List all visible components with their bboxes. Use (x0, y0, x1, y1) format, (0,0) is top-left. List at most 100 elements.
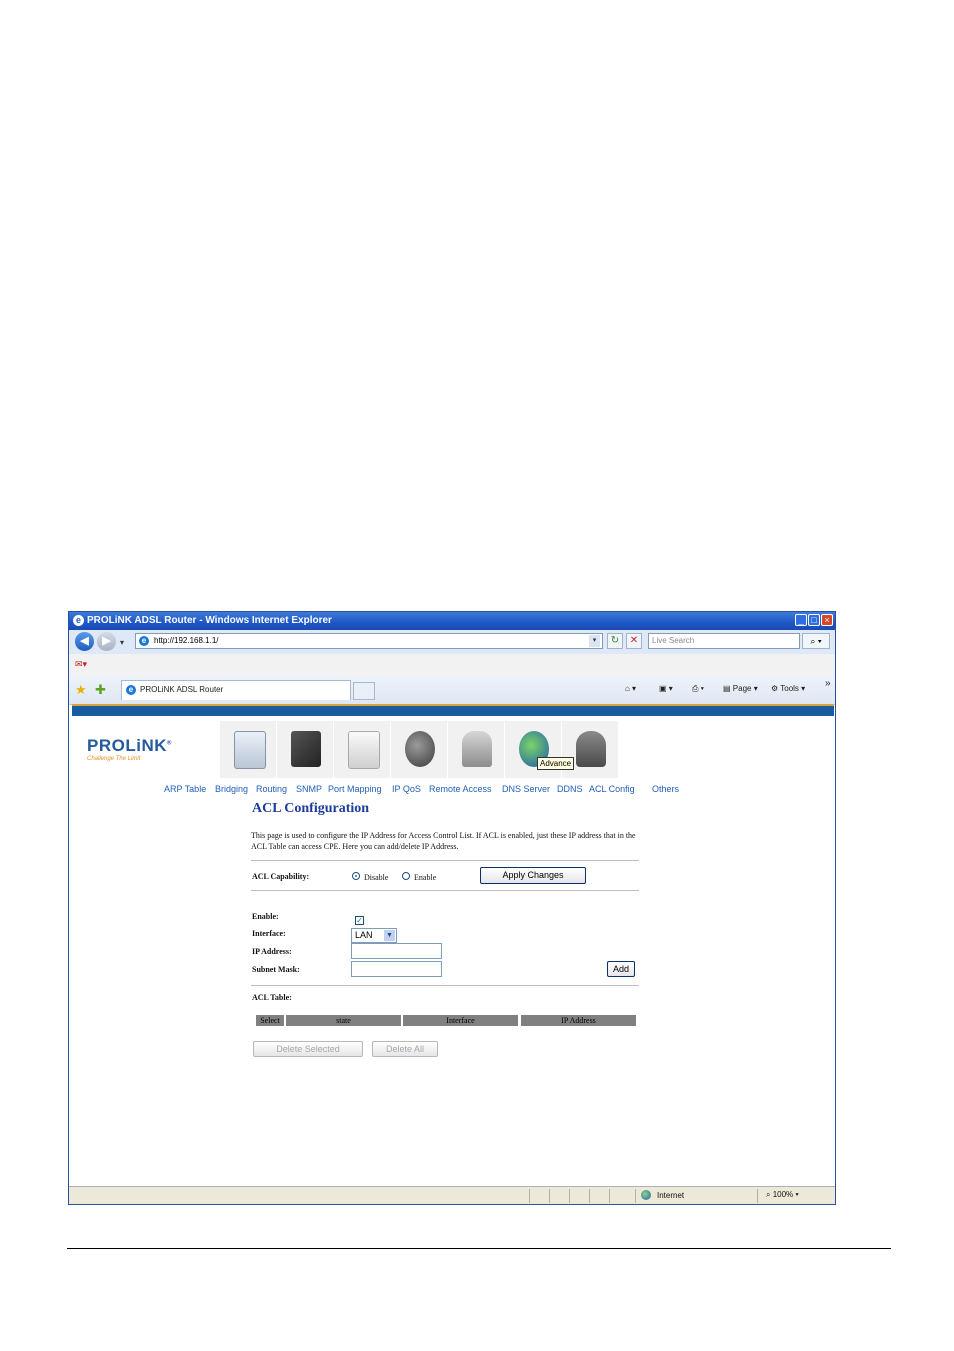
page-content: PROLiNK® Challenge The Limit Advance ARP… (72, 704, 834, 1186)
internet-zone-icon (641, 1190, 651, 1200)
menu-remote-access[interactable]: Remote Access (429, 784, 492, 794)
divider (251, 890, 639, 891)
maximize-button[interactable]: □ (808, 614, 820, 626)
disable-label: Disable (364, 873, 389, 882)
logo-slogan: Challenge The Limit (87, 756, 141, 762)
title-bar: e PROLiNK ADSL Router - Windows Internet… (69, 612, 835, 630)
network-nav-icon[interactable] (391, 721, 448, 778)
address-toolbar: ◀ ▶ ▾ e http://192.168.1.1/ ▾ ↻ ✕ Live S… (69, 630, 835, 655)
chevron-more-icon[interactable]: » (825, 678, 831, 689)
table-header-interface: Interface (403, 1015, 518, 1026)
ip-address-label: IP Address: (252, 947, 292, 956)
add-button[interactable]: Add (607, 961, 635, 977)
security-nav-icon[interactable] (448, 721, 505, 778)
enable-field-label: Enable: (252, 912, 279, 921)
table-header-select: Select (256, 1015, 284, 1026)
zone-label: Internet (657, 1191, 685, 1200)
prolink-logo: PROLiNK® (87, 736, 172, 755)
status-bar: Internet ⌕ 100% ▾ (69, 1186, 835, 1204)
acl-capability-label: ACL Capability: (252, 872, 310, 881)
status-divider (589, 1189, 590, 1203)
add-favorites-icon[interactable]: ✚ (95, 682, 106, 698)
menu-snmp[interactable]: SNMP (296, 784, 322, 794)
search-input[interactable]: Live Search (648, 633, 800, 649)
apply-changes-button[interactable]: Apply Changes (480, 867, 586, 884)
new-tab-button[interactable] (353, 682, 375, 700)
chevron-down-icon: ▼ (384, 930, 395, 941)
tab-router[interactable]: e PROLiNK ADSL Router (121, 680, 351, 700)
acl-table-label: ACL Table: (252, 993, 292, 1002)
status-divider (757, 1189, 758, 1203)
page-menu-icon: ▤ (723, 684, 733, 693)
print-icon[interactable]: ⎙ ▾ (692, 684, 704, 694)
status-divider (635, 1189, 636, 1203)
device-nav-icon[interactable] (334, 721, 391, 778)
menu-port-mapping[interactable]: Port Mapping (328, 784, 382, 794)
favorites-star-icon[interactable]: ★ (75, 682, 87, 698)
status-divider (609, 1189, 610, 1203)
rss-feed-icon[interactable]: ▣ ▾ (659, 684, 673, 693)
page-icon: e (139, 636, 149, 646)
minimize-button[interactable]: _ (795, 614, 807, 626)
status-icon (234, 731, 266, 769)
enable-checkbox[interactable]: ✓ (355, 916, 364, 925)
address-field[interactable]: e http://192.168.1.1/ ▾ (135, 633, 603, 649)
page-menu-button[interactable]: ▤ Page ▾ (723, 684, 758, 693)
interface-select[interactable]: LAN ▼ (351, 928, 397, 943)
document-footer-rule (67, 1248, 891, 1249)
close-button[interactable]: × (821, 614, 833, 626)
status-nav-icon[interactable] (220, 721, 277, 778)
search-button[interactable]: ⌕ ▾ (802, 633, 830, 649)
page-description: This page is used to configure the IP Ad… (251, 831, 636, 851)
ie-app-icon: e (73, 615, 84, 626)
menu-ddns[interactable]: DDNS (557, 784, 583, 794)
disable-radio[interactable] (352, 872, 360, 880)
stop-button[interactable]: ✕ (626, 633, 642, 649)
history-dropdown-icon[interactable]: ▾ (120, 638, 124, 647)
ip-address-field[interactable] (351, 943, 442, 959)
status-divider (569, 1189, 570, 1203)
menu-ip-qos[interactable]: IP QoS (392, 784, 421, 794)
divider (251, 860, 639, 861)
browser-window: e PROLiNK ADSL Router - Windows Internet… (68, 611, 836, 1205)
address-text: http://192.168.1.1/ (154, 636, 219, 645)
address-dropdown-icon[interactable]: ▾ (589, 635, 600, 647)
menu-bridging[interactable]: Bridging (215, 784, 248, 794)
admin-user-icon (576, 731, 606, 767)
window-title: PROLiNK ADSL Router - Windows Internet E… (87, 615, 332, 626)
setup-nav-icon[interactable] (277, 721, 334, 778)
search-icon: ⌕ (810, 636, 816, 646)
header-bar (72, 704, 834, 716)
gear-icon: ⚙ (771, 684, 781, 693)
subnet-mask-field[interactable] (351, 961, 442, 977)
status-divider (549, 1189, 550, 1203)
delete-all-button[interactable]: Delete All (372, 1041, 438, 1057)
tab-page-icon: e (126, 685, 136, 695)
menu-others[interactable]: Others (652, 784, 679, 794)
tools-menu-button[interactable]: ⚙ Tools ▾ (771, 684, 805, 693)
setup-icon (291, 731, 321, 767)
table-header-state: state (286, 1015, 401, 1026)
home-icon[interactable]: ⌂ ▾ (625, 684, 636, 693)
delete-selected-button[interactable]: Delete Selected (253, 1041, 363, 1057)
zoom-icon: ⌕ (766, 1190, 773, 1199)
menu-arp-table[interactable]: ARP Table (164, 784, 206, 794)
enable-radio[interactable] (402, 872, 410, 880)
lock-icon (462, 731, 492, 767)
refresh-button[interactable]: ↻ (607, 633, 623, 649)
tab-label: PROLiNK ADSL Router (140, 685, 224, 694)
status-divider (529, 1189, 530, 1203)
enable-label: Enable (414, 873, 437, 882)
links-bar: ✉▾ (69, 654, 835, 677)
menu-dns-server[interactable]: DNS Server (502, 784, 550, 794)
back-button[interactable]: ◀ (75, 632, 94, 651)
forward-button[interactable]: ▶ (97, 632, 116, 651)
divider (251, 985, 639, 986)
subnet-mask-label: Subnet Mask: (252, 965, 300, 974)
menu-routing[interactable]: Routing (256, 784, 287, 794)
zoom-control[interactable]: ⌕ 100% ▾ (766, 1190, 799, 1200)
menu-acl-config[interactable]: ACL Config (589, 784, 635, 794)
device-icon (348, 731, 380, 769)
feeds-icon[interactable]: ✉▾ (75, 659, 87, 670)
tabs-bar: ★ ✚ e PROLiNK ADSL Router ⌂ ▾ ▣ ▾ ⎙ ▾ ▤ … (69, 676, 835, 705)
